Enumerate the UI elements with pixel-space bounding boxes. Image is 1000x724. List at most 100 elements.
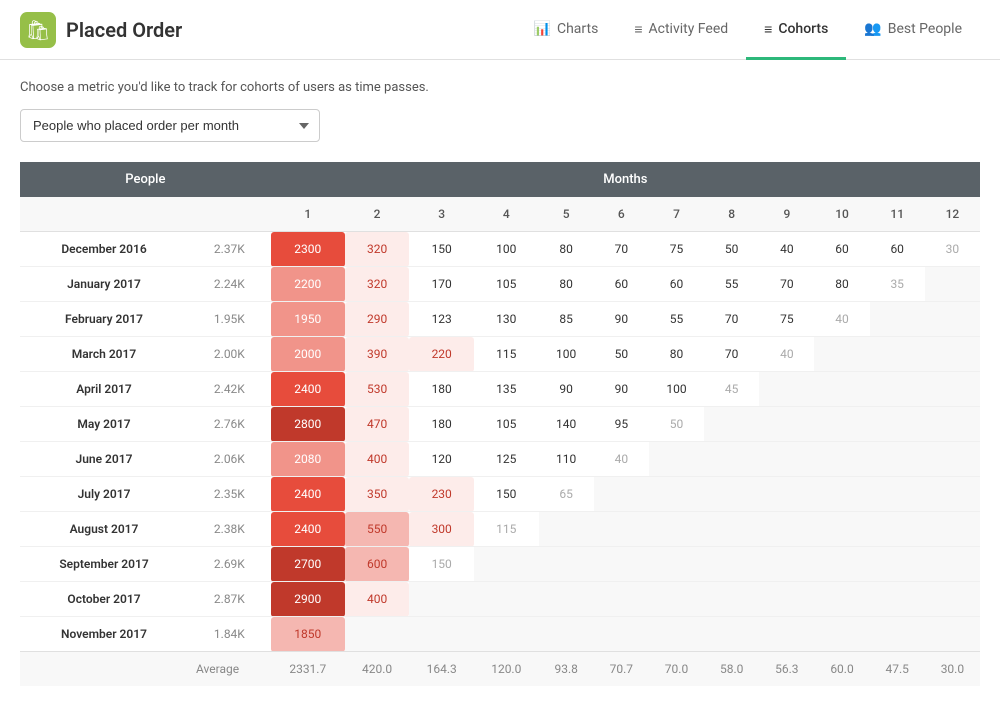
cell-8-11 bbox=[870, 512, 925, 547]
cell-2-8: 70 bbox=[704, 302, 759, 337]
cell-6-9 bbox=[759, 442, 814, 477]
row-label: June 2017 bbox=[20, 442, 188, 477]
cell-0-1: 2300 bbox=[271, 232, 345, 267]
nav-activity-feed[interactable]: ≡ Activity Feed bbox=[616, 1, 746, 60]
subtitle-text: Choose a metric you'd like to track for … bbox=[20, 80, 980, 95]
cell-2-11 bbox=[870, 302, 925, 337]
cell-3-9: 40 bbox=[759, 337, 814, 372]
cell-6-6: 40 bbox=[594, 442, 649, 477]
cell-1-5: 80 bbox=[539, 267, 594, 302]
cell-10-9 bbox=[759, 582, 814, 617]
cell-6-11 bbox=[870, 442, 925, 477]
cell-7-11 bbox=[870, 477, 925, 512]
cell-8-9 bbox=[759, 512, 814, 547]
cell-6-8 bbox=[704, 442, 759, 477]
col-header-2: 2 bbox=[345, 197, 410, 232]
cell-11-8 bbox=[704, 617, 759, 652]
row-count: 1.84K bbox=[188, 617, 271, 652]
metric-select[interactable]: People who placed order per month Revenu… bbox=[20, 109, 320, 142]
cell-11-11 bbox=[870, 617, 925, 652]
cell-4-8: 45 bbox=[704, 372, 759, 407]
cell-6-7 bbox=[649, 442, 704, 477]
footer-avg-8: 58.0 bbox=[704, 652, 759, 687]
cell-2-9: 75 bbox=[759, 302, 814, 337]
cell-0-5: 80 bbox=[539, 232, 594, 267]
footer-avg-6: 70.7 bbox=[594, 652, 649, 687]
cell-7-5: 65 bbox=[539, 477, 594, 512]
footer-avg-11: 47.5 bbox=[870, 652, 925, 687]
nav-charts[interactable]: 📊 Charts bbox=[516, 1, 617, 60]
cell-0-11: 60 bbox=[870, 232, 925, 267]
cell-2-5: 85 bbox=[539, 302, 594, 337]
cell-3-1: 2000 bbox=[271, 337, 345, 372]
cell-3-10 bbox=[814, 337, 869, 372]
cell-2-10: 40 bbox=[814, 302, 869, 337]
cell-4-2: 530 bbox=[345, 372, 410, 407]
footer-label bbox=[20, 652, 188, 687]
cell-8-8 bbox=[704, 512, 759, 547]
cell-4-3: 180 bbox=[409, 372, 474, 407]
row-label: August 2017 bbox=[20, 512, 188, 547]
cell-5-7: 50 bbox=[649, 407, 704, 442]
cell-6-4: 125 bbox=[474, 442, 539, 477]
cell-4-12 bbox=[925, 372, 980, 407]
cell-5-5: 140 bbox=[539, 407, 594, 442]
row-count: 2.69K bbox=[188, 547, 271, 582]
cell-11-4 bbox=[474, 617, 539, 652]
cell-5-2: 470 bbox=[345, 407, 410, 442]
footer-avg-1: 2331.7 bbox=[271, 652, 345, 687]
cell-5-10 bbox=[814, 407, 869, 442]
cell-0-9: 40 bbox=[759, 232, 814, 267]
nav-best-people[interactable]: 👥 Best People bbox=[846, 1, 980, 60]
cell-0-6: 70 bbox=[594, 232, 649, 267]
cell-5-9 bbox=[759, 407, 814, 442]
row-count: 2.00K bbox=[188, 337, 271, 372]
footer-avg-7: 70.0 bbox=[649, 652, 704, 687]
row-label: November 2017 bbox=[20, 617, 188, 652]
row-label: March 2017 bbox=[20, 337, 188, 372]
cell-9-3: 150 bbox=[409, 547, 474, 582]
table-row: June 20172.06K208040012012511040 bbox=[20, 442, 980, 477]
footer-avg-2: 420.0 bbox=[345, 652, 410, 687]
cell-1-8: 55 bbox=[704, 267, 759, 302]
col-header-7: 7 bbox=[649, 197, 704, 232]
people-icon: 👥 bbox=[864, 21, 881, 37]
table-row: February 20171.95K1950290123130859055707… bbox=[20, 302, 980, 337]
cell-11-7 bbox=[649, 617, 704, 652]
table-row: August 20172.38K2400550300115 bbox=[20, 512, 980, 547]
cell-5-1: 2800 bbox=[271, 407, 345, 442]
col-header-9: 9 bbox=[759, 197, 814, 232]
table-row: December 20162.37K2300320150100807075504… bbox=[20, 232, 980, 267]
cell-11-5 bbox=[539, 617, 594, 652]
row-label: January 2017 bbox=[20, 267, 188, 302]
cell-11-9 bbox=[759, 617, 814, 652]
cell-8-12 bbox=[925, 512, 980, 547]
row-count: 1.95K bbox=[188, 302, 271, 337]
cell-8-1: 2400 bbox=[271, 512, 345, 547]
cell-4-4: 135 bbox=[474, 372, 539, 407]
cell-10-10 bbox=[814, 582, 869, 617]
row-label: October 2017 bbox=[20, 582, 188, 617]
row-label: February 2017 bbox=[20, 302, 188, 337]
footer-avg-4: 120.0 bbox=[474, 652, 539, 687]
footer-avg-9: 56.3 bbox=[759, 652, 814, 687]
cell-2-3: 123 bbox=[409, 302, 474, 337]
cell-10-7 bbox=[649, 582, 704, 617]
cell-6-10 bbox=[814, 442, 869, 477]
cell-9-9 bbox=[759, 547, 814, 582]
cell-0-4: 100 bbox=[474, 232, 539, 267]
col-header-1: 1 bbox=[271, 197, 345, 232]
nav-cohorts[interactable]: ≡ Cohorts bbox=[746, 1, 846, 60]
cell-11-6 bbox=[594, 617, 649, 652]
row-count: 2.42K bbox=[188, 372, 271, 407]
cell-0-7: 75 bbox=[649, 232, 704, 267]
table-row: July 20172.35K240035023015065 bbox=[20, 477, 980, 512]
table-row: November 20171.84K1850 bbox=[20, 617, 980, 652]
cell-9-11 bbox=[870, 547, 925, 582]
col-header-8: 8 bbox=[704, 197, 759, 232]
cell-11-1: 1850 bbox=[271, 617, 345, 652]
cell-1-12 bbox=[925, 267, 980, 302]
cell-1-3: 170 bbox=[409, 267, 474, 302]
cell-8-2: 550 bbox=[345, 512, 410, 547]
row-count: 2.06K bbox=[188, 442, 271, 477]
